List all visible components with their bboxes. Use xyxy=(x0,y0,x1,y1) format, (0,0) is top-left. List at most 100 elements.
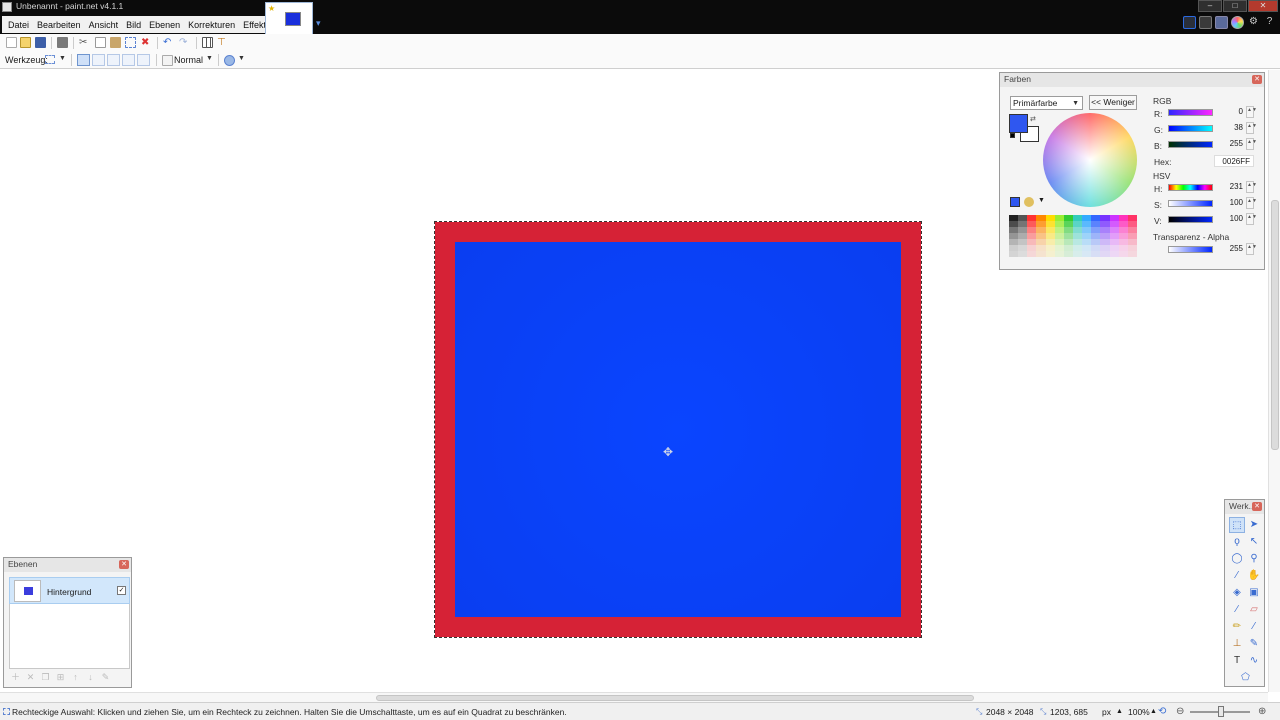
color-wheel[interactable] xyxy=(1043,113,1137,207)
palette-swatch[interactable] xyxy=(1063,251,1073,257)
layer-row[interactable]: Hintergrund ✓ xyxy=(9,577,130,604)
vertical-scroll-thumb[interactable] xyxy=(1271,200,1279,450)
zoom-in-icon[interactable]: ⊕ xyxy=(1258,706,1266,717)
add-layer-icon[interactable]: ＋ xyxy=(10,672,21,683)
palette-swatch[interactable] xyxy=(1100,251,1110,257)
color-picker-tool-icon[interactable]: ⁄ xyxy=(1246,619,1262,635)
clone-stamp-tool-icon[interactable]: ⊥ xyxy=(1229,636,1245,652)
lasso-select-tool-icon[interactable]: ϙ xyxy=(1229,534,1245,550)
document-list-chevron-icon[interactable]: ▾ xyxy=(316,18,321,29)
red-spinner[interactable]: ▲▼ xyxy=(1246,106,1257,118)
palette-swatch[interactable] xyxy=(1118,251,1128,257)
palette-swatch[interactable] xyxy=(1127,251,1137,257)
palette-chevron-icon[interactable]: ▼ xyxy=(1038,197,1045,204)
settings-gear-icon[interactable]: ⚙ xyxy=(1247,16,1260,29)
hue-spinner[interactable]: ▲▼ xyxy=(1246,181,1257,193)
palette-swatch[interactable] xyxy=(1072,251,1083,257)
zoom-level[interactable]: 100% xyxy=(1128,707,1150,717)
blue-value-input[interactable]: 255 xyxy=(1220,138,1245,150)
close-button[interactable]: ✕ xyxy=(1248,0,1278,12)
eraser-tool-icon[interactable]: ▱ xyxy=(1246,602,1262,618)
alpha-value-input[interactable]: 255 xyxy=(1220,243,1245,255)
hue-slider[interactable] xyxy=(1168,184,1213,191)
grid-icon[interactable] xyxy=(202,37,213,48)
magic-wand-tool-icon[interactable]: ⁄ xyxy=(1229,568,1245,584)
paint-bucket-tool-icon[interactable]: ◈ xyxy=(1229,585,1245,601)
selection-mode-invert-button[interactable] xyxy=(137,54,150,66)
print-icon[interactable] xyxy=(57,37,68,48)
ellipse-select-tool-icon[interactable]: ◯ xyxy=(1229,551,1245,567)
blend-mode-chevron-icon[interactable]: ▼ xyxy=(206,55,213,62)
value-spinner[interactable]: ▲▼ xyxy=(1246,213,1257,225)
redo-icon[interactable]: ↷ xyxy=(179,37,190,48)
pencil-tool-icon[interactable]: ✏ xyxy=(1229,619,1245,635)
palette-swatch[interactable] xyxy=(1109,251,1119,257)
move-selection-tool-icon[interactable]: ↖ xyxy=(1246,534,1262,550)
saturation-slider[interactable] xyxy=(1168,200,1213,207)
menu-ebenen[interactable]: Ebenen xyxy=(145,20,184,30)
layers-panel-close-icon[interactable]: ✕ xyxy=(119,560,129,569)
zoom-to-window-icon[interactable]: ⟲ xyxy=(1158,706,1166,717)
vertical-scrollbar[interactable] xyxy=(1268,70,1280,692)
palette-swatch[interactable] xyxy=(1036,251,1046,257)
hex-value-input[interactable]: 0026FF xyxy=(1214,155,1254,167)
reset-colors-icon[interactable] xyxy=(1010,133,1015,138)
copy-icon[interactable] xyxy=(95,37,106,48)
move-selected-tool-icon[interactable]: ➤ xyxy=(1246,517,1262,533)
gradient-tool-icon[interactable]: ▣ xyxy=(1246,585,1262,601)
selection-mode-intersect-button[interactable] xyxy=(122,54,135,66)
new-file-icon[interactable] xyxy=(6,37,17,48)
alpha-spinner[interactable]: ▲▼ xyxy=(1246,243,1257,255)
horizontal-scrollbar[interactable] xyxy=(0,692,1268,702)
value-value-input[interactable]: 100 xyxy=(1220,213,1245,225)
palette-swatch[interactable] xyxy=(1091,251,1101,257)
zoom-out-icon[interactable]: ⊖ xyxy=(1176,706,1184,717)
tools-panel-close-icon[interactable]: ✕ xyxy=(1252,502,1262,511)
palette-swatch[interactable] xyxy=(1009,251,1019,257)
red-value-input[interactable]: 0 xyxy=(1220,106,1245,118)
palette-swatch[interactable] xyxy=(1027,251,1037,257)
unit-chevron-icon[interactable]: ▲ xyxy=(1116,708,1123,715)
pan-tool-icon[interactable]: ✋ xyxy=(1246,568,1262,584)
menu-bild[interactable]: Bild xyxy=(122,20,145,30)
palette-swatch[interactable] xyxy=(1082,251,1092,257)
menu-korrekturen[interactable]: Korrekturen xyxy=(184,20,239,30)
red-slider[interactable] xyxy=(1168,109,1213,116)
duplicate-layer-icon[interactable]: ❐ xyxy=(40,672,51,683)
deselect-icon[interactable]: ✖ xyxy=(141,37,152,48)
color-target-select[interactable]: Primärfarbe ▼ xyxy=(1010,96,1083,110)
zoom-chevron-icon[interactable]: ▲ xyxy=(1150,708,1157,715)
saturation-spinner[interactable]: ▲▼ xyxy=(1246,197,1257,209)
palette-swatch[interactable] xyxy=(1018,251,1028,257)
line-curve-tool-icon[interactable]: ∿ xyxy=(1246,653,1262,669)
antialiasing-chevron-icon[interactable]: ▼ xyxy=(238,55,245,62)
tools-window-icon[interactable] xyxy=(1183,16,1196,29)
palette-swatch[interactable] xyxy=(1054,251,1064,257)
image-canvas[interactable] xyxy=(434,221,922,638)
menu-datei[interactable]: Datei xyxy=(4,20,33,30)
selection-mode-exclude-button[interactable] xyxy=(107,54,120,66)
horizontal-scroll-thumb[interactable] xyxy=(376,695,974,701)
palette-swatch[interactable] xyxy=(1045,251,1055,257)
rectangle-select-tool-icon[interactable]: ⬚ xyxy=(1229,517,1245,533)
unit-selector[interactable]: px xyxy=(1102,707,1111,717)
ruler-icon[interactable]: ⊤ xyxy=(217,37,228,48)
open-folder-icon[interactable] xyxy=(20,37,31,48)
paintbrush-tool-icon[interactable]: ∕ xyxy=(1229,602,1245,618)
colors-window-icon[interactable] xyxy=(1231,16,1244,29)
layer-visibility-checkbox[interactable]: ✓ xyxy=(117,586,126,595)
blue-spinner[interactable]: ▲▼ xyxy=(1246,138,1257,150)
primary-color-swatch[interactable] xyxy=(1009,114,1028,133)
color-palette[interactable] xyxy=(1009,215,1137,263)
saturation-value-input[interactable]: 100 xyxy=(1220,197,1245,209)
antialiasing-icon[interactable] xyxy=(224,55,235,66)
zoom-slider-knob[interactable] xyxy=(1218,706,1224,717)
history-window-icon[interactable] xyxy=(1199,16,1212,29)
hue-value-input[interactable]: 231 xyxy=(1220,181,1245,193)
merge-layer-icon[interactable]: ⊞ xyxy=(55,672,66,683)
selection-mode-union-button[interactable] xyxy=(92,54,105,66)
colors-panel-close-icon[interactable]: ✕ xyxy=(1252,75,1262,84)
menu-bearbeiten[interactable]: Bearbeiten xyxy=(33,20,85,30)
green-value-input[interactable]: 38 xyxy=(1220,122,1245,134)
blue-slider[interactable] xyxy=(1168,141,1213,148)
